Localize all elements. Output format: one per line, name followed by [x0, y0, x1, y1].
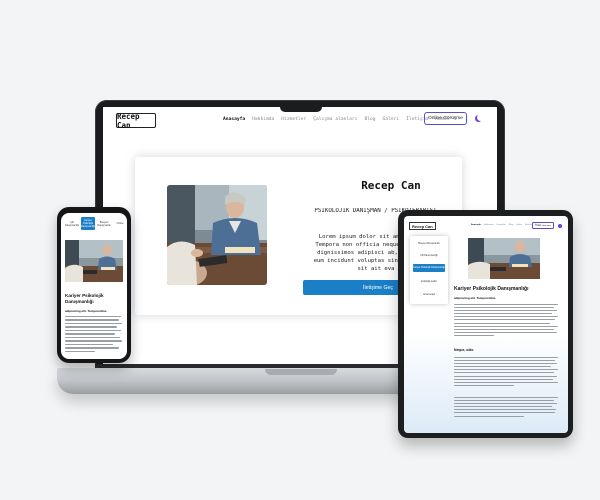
tablet-online-meeting-button[interactable]: Online Görüşme	[532, 222, 554, 229]
phone-tab-bireysel[interactable]: Bireysel Danışmanlık	[97, 217, 111, 230]
hero-photo	[167, 185, 267, 285]
hero-name: Recep Can	[361, 179, 421, 192]
nav-item-anasayfa[interactable]: Anasayfa	[223, 117, 245, 122]
tablet-page-subtitle: adipisicing elit. Tempore/Hus.	[454, 296, 497, 300]
phone-screen: Çift Danışmanlığı Kariyer Psikolojik Dan…	[61, 213, 127, 359]
counseling-session-image	[65, 240, 123, 282]
laptop-notch	[280, 103, 322, 112]
site-logo[interactable]: Recep Can	[116, 112, 156, 130]
tablet-nav-blog[interactable]: Blog	[509, 224, 513, 226]
laptop-navbar: Recep Can Anasayfa Hakkımda Hizmetler Ça…	[103, 107, 497, 143]
nav-item-hakkimda[interactable]: Hakkımda	[252, 117, 274, 122]
tablet-body-text	[454, 304, 558, 338]
tablet-screen: Recep Can Anasayfa Hakkımda Hizmetler Bl…	[404, 216, 568, 433]
phone-page-subtitle: adipisicing elit. Tempore/Hus.	[65, 309, 108, 313]
tablet-dark-mode-moon-icon[interactable]	[558, 224, 562, 228]
tablet-nav-anasayfa[interactable]: Anasayfa	[471, 224, 481, 226]
services-dropdown: Bireysel Danışmanlık Çift Danışmanlığı K…	[410, 236, 448, 304]
phone-tab-cift[interactable]: Çift Danışmanlığı	[65, 217, 79, 230]
dropdown-item-cinsel-terapi[interactable]: cinsel terapi	[413, 291, 445, 299]
tablet-nav-iletisim[interactable]: İletişim	[525, 224, 532, 226]
nav-item-blog[interactable]: Blog	[364, 117, 375, 122]
phone-tab-online[interactable]: Online	[113, 217, 127, 230]
tablet-nav-menu: Anasayfa Hakkımda Hizmetler Blog Galeri …	[471, 224, 541, 226]
online-meeting-button[interactable]: Online Görüşme	[424, 112, 467, 125]
phone-body-text	[65, 316, 123, 354]
tablet-nav-hizmetler[interactable]: Hizmetler	[497, 224, 506, 226]
dropdown-item-testler[interactable]: psikolojik testler	[413, 278, 445, 286]
nav-item-hizmetler[interactable]: Hizmetler	[281, 117, 306, 122]
laptop-thumb-groove	[265, 369, 337, 375]
device-mockup-stage: Recep Can Anasayfa Hakkımda Hizmetler Ça…	[0, 0, 600, 500]
counseling-session-image	[167, 185, 267, 285]
tablet-section-text	[454, 357, 558, 388]
laptop-nav-menu: Anasayfa Hakkımda Hizmetler Çalışma alan…	[223, 117, 449, 122]
tablet-photo	[468, 238, 540, 279]
dropdown-item-bireysel[interactable]: Bireysel Danışmanlık	[413, 240, 445, 248]
nav-item-galeri[interactable]: Galeri	[383, 117, 400, 122]
dropdown-item-cift[interactable]: Çift Danışmanlığı	[413, 252, 445, 260]
phone-tab-kariyer[interactable]: Kariyer Psikolojik Danışmanlığı	[81, 217, 95, 230]
phone-page-title: Kariyer Psikolojik Danışmanlığı	[65, 293, 104, 304]
dropdown-item-kariyer[interactable]: Kariyer Psikolojik Danışmanlığı	[413, 264, 445, 272]
tablet-section-heading: Neque, odio	[454, 348, 474, 352]
tablet-nav-hakkimda[interactable]: Hakkımda	[484, 224, 494, 226]
tablet-site-logo[interactable]: Recep Can	[409, 222, 436, 230]
dark-mode-moon-icon[interactable]	[475, 114, 484, 122]
counseling-session-image	[468, 238, 540, 279]
phone-service-tabs: Çift Danışmanlığı Kariyer Psikolojik Dan…	[65, 217, 127, 230]
tablet-page-title: Kariyer Psikolojik Danışmanlığı	[454, 286, 529, 292]
phone-photo	[65, 240, 123, 282]
tablet-section-text-2	[454, 397, 558, 419]
nav-item-calisma-alanlari[interactable]: Çalışma alanları	[313, 117, 357, 122]
tablet-nav-galeri[interactable]: Galeri	[516, 224, 522, 226]
